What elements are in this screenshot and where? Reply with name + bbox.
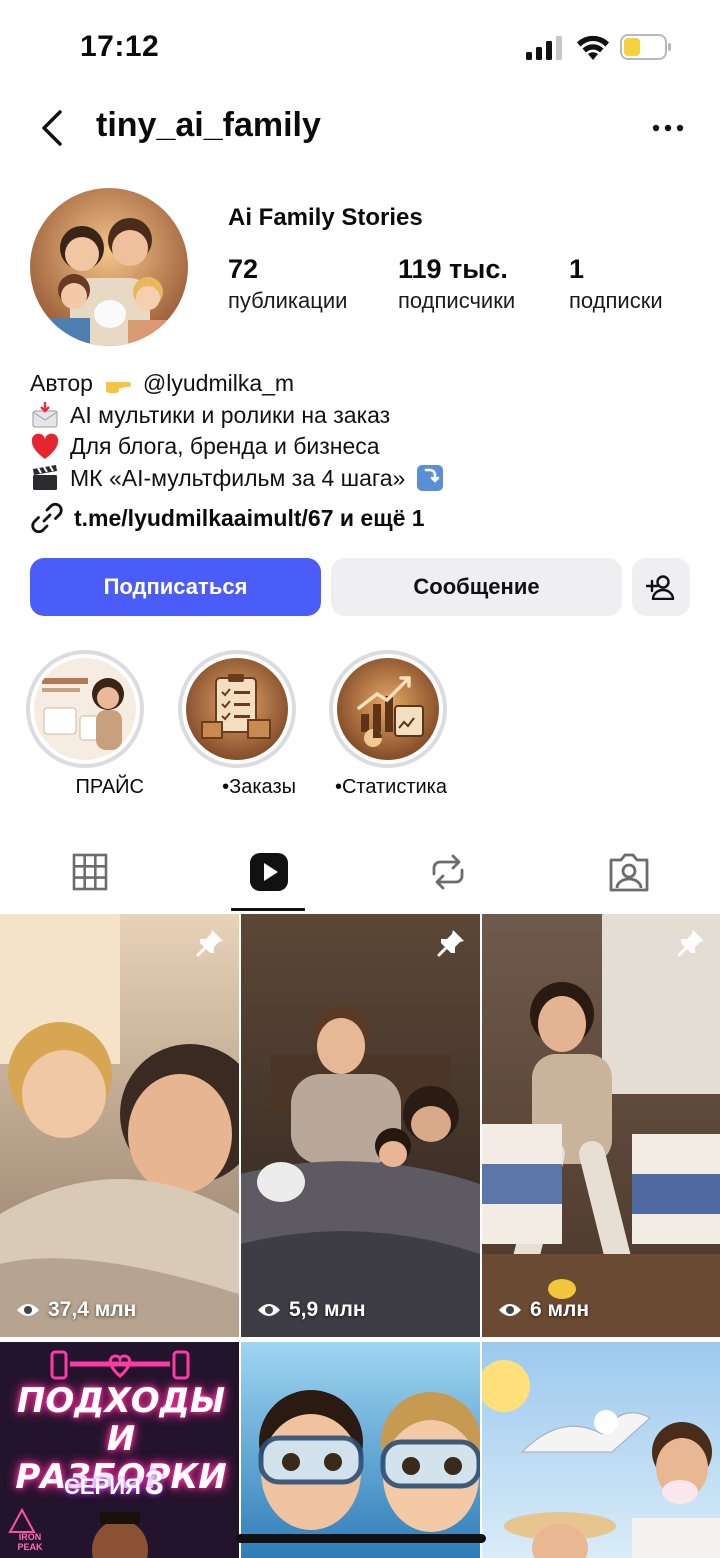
reel-thumbnail (0, 914, 239, 1337)
eye-icon (499, 1304, 521, 1316)
following-count-label: подписки (569, 288, 663, 313)
reels-grid: 37,4 млн 5,9 млн 6 млн ПОДХОДЫ И РАЗБОРК… (0, 914, 720, 1558)
more-options-icon[interactable] (648, 118, 688, 138)
down-arrow-box-icon (417, 465, 444, 492)
posts-count-value: 72 (228, 254, 259, 284)
inbox-envelope-icon (32, 402, 58, 428)
cellular-signal-icon (526, 36, 562, 60)
highlight-statistics-cover (337, 658, 439, 760)
pin-icon (677, 930, 704, 957)
bio-line-author: Автор @lyudmilka_m (30, 368, 690, 400)
profile-display-name: Ai Family Stories (228, 204, 423, 231)
reel-thumbnail (241, 914, 480, 1337)
red-heart-icon (31, 433, 59, 459)
view-count: 5,9 млн (257, 1298, 366, 1322)
profile-username: tiny_ai_family (96, 106, 321, 144)
back-arrow-icon[interactable] (36, 106, 68, 150)
grid-icon[interactable] (68, 850, 112, 894)
reposts-icon[interactable] (426, 850, 470, 894)
highlight-statistics[interactable]: •Статистика (329, 650, 447, 799)
following-count-value: 1 (569, 254, 585, 284)
pointing-hand-icon (105, 381, 131, 393)
link-chain-icon (31, 502, 63, 534)
view-count: 6 млн (498, 1298, 589, 1322)
clapper-board-icon (33, 465, 57, 491)
posts-count[interactable]: 72 публикации (228, 254, 347, 314)
highlight-price-label: ПРАЙС (75, 776, 144, 798)
battery-icon (620, 34, 671, 60)
reel-thumbnail (482, 914, 720, 1337)
eye-icon (17, 1304, 39, 1316)
wifi-icon (577, 35, 609, 60)
view-count: 37,4 млн (16, 1298, 136, 1322)
home-indicator[interactable] (236, 1534, 486, 1543)
bio-line-2-text: AI мультики и ролики на заказ (70, 401, 391, 428)
bio-line-orders: AI мультики и ролики на заказ (30, 400, 690, 432)
highlight-price[interactable]: ПРАЙС (26, 650, 144, 799)
pin-icon (437, 930, 464, 957)
bio-line-blog: Для блога, бренда и бизнеса (30, 431, 690, 463)
view-count-text: 37,4 млн (48, 1298, 137, 1321)
external-link-text[interactable]: t.me/lyudmilkaaimult/67 и ещё 1 (74, 505, 425, 532)
suggested-users-button[interactable] (632, 558, 690, 616)
follow-button[interactable]: Подписаться (30, 558, 321, 616)
highlight-orders-label: •Заказы (222, 776, 296, 798)
reel-post[interactable] (482, 1342, 720, 1558)
active-tab-indicator (231, 908, 305, 911)
reel-series-number: 3 (144, 1464, 164, 1502)
reel-post[interactable]: ПОДХОДЫ И РАЗБОРКИ СЕРИЯ 3 IRON PEAK (0, 1342, 239, 1558)
profile-external-link[interactable]: t.me/lyudmilkaaimult/67 и ещё 1 (30, 500, 425, 536)
following-count[interactable]: 1 подписки (569, 254, 663, 314)
eye-icon (258, 1304, 280, 1316)
reel-post[interactable]: 6 млн (482, 914, 720, 1337)
bio-line-course: МК «AI-мультфильм за 4 шага» (30, 463, 690, 495)
followers-count-label: подписчики (398, 288, 516, 313)
bio-mention-link[interactable]: @lyudmilka_m (143, 368, 294, 400)
highlight-orders-cover (186, 658, 288, 760)
reel-cover-series: СЕРИЯ 3 (64, 1464, 164, 1503)
status-bar: 17:12 (0, 0, 720, 96)
reel-post[interactable]: 5,9 млн (241, 914, 480, 1337)
view-count-text: 5,9 млн (289, 1298, 366, 1321)
reel-thumbnail (241, 1342, 480, 1558)
reel-thumbnail (482, 1342, 720, 1558)
profile-header: tiny_ai_family (0, 96, 720, 160)
bio-line-3-text: Для блога, бренда и бизнеса (70, 433, 380, 459)
profile-avatar[interactable] (30, 188, 188, 346)
message-button[interactable]: Сообщение (331, 558, 622, 616)
posts-count-label: публикации (228, 288, 348, 313)
followers-count-value: 119 тыс. (398, 254, 508, 284)
reel-series-label: СЕРИЯ (64, 1474, 141, 1499)
profile-bio: Автор @lyudmilka_m AI мультики и ролики … (30, 368, 690, 494)
highlight-statistics-label: •Статистика (334, 776, 447, 798)
add-person-icon (646, 575, 675, 600)
pin-icon (196, 930, 223, 957)
reel-post[interactable] (241, 1342, 480, 1558)
bio-author-prefix: Автор (30, 370, 93, 396)
status-time: 17:12 (80, 30, 160, 63)
reel-post[interactable]: 37,4 млн (0, 914, 239, 1337)
highlight-price-cover (34, 658, 136, 760)
followers-count[interactable]: 119 тыс. подписчики (398, 254, 515, 314)
reels-icon[interactable] (247, 850, 291, 894)
highlight-orders[interactable]: •Заказы (178, 650, 296, 799)
reel-cover-brand: IRON PEAK (17, 1532, 43, 1552)
view-count-text: 6 млн (530, 1298, 590, 1321)
profile-content-tabs (0, 836, 720, 912)
tagged-icon[interactable] (607, 850, 651, 894)
bio-line-4-text: МК «AI-мультфильм за 4 шага» (70, 464, 406, 491)
